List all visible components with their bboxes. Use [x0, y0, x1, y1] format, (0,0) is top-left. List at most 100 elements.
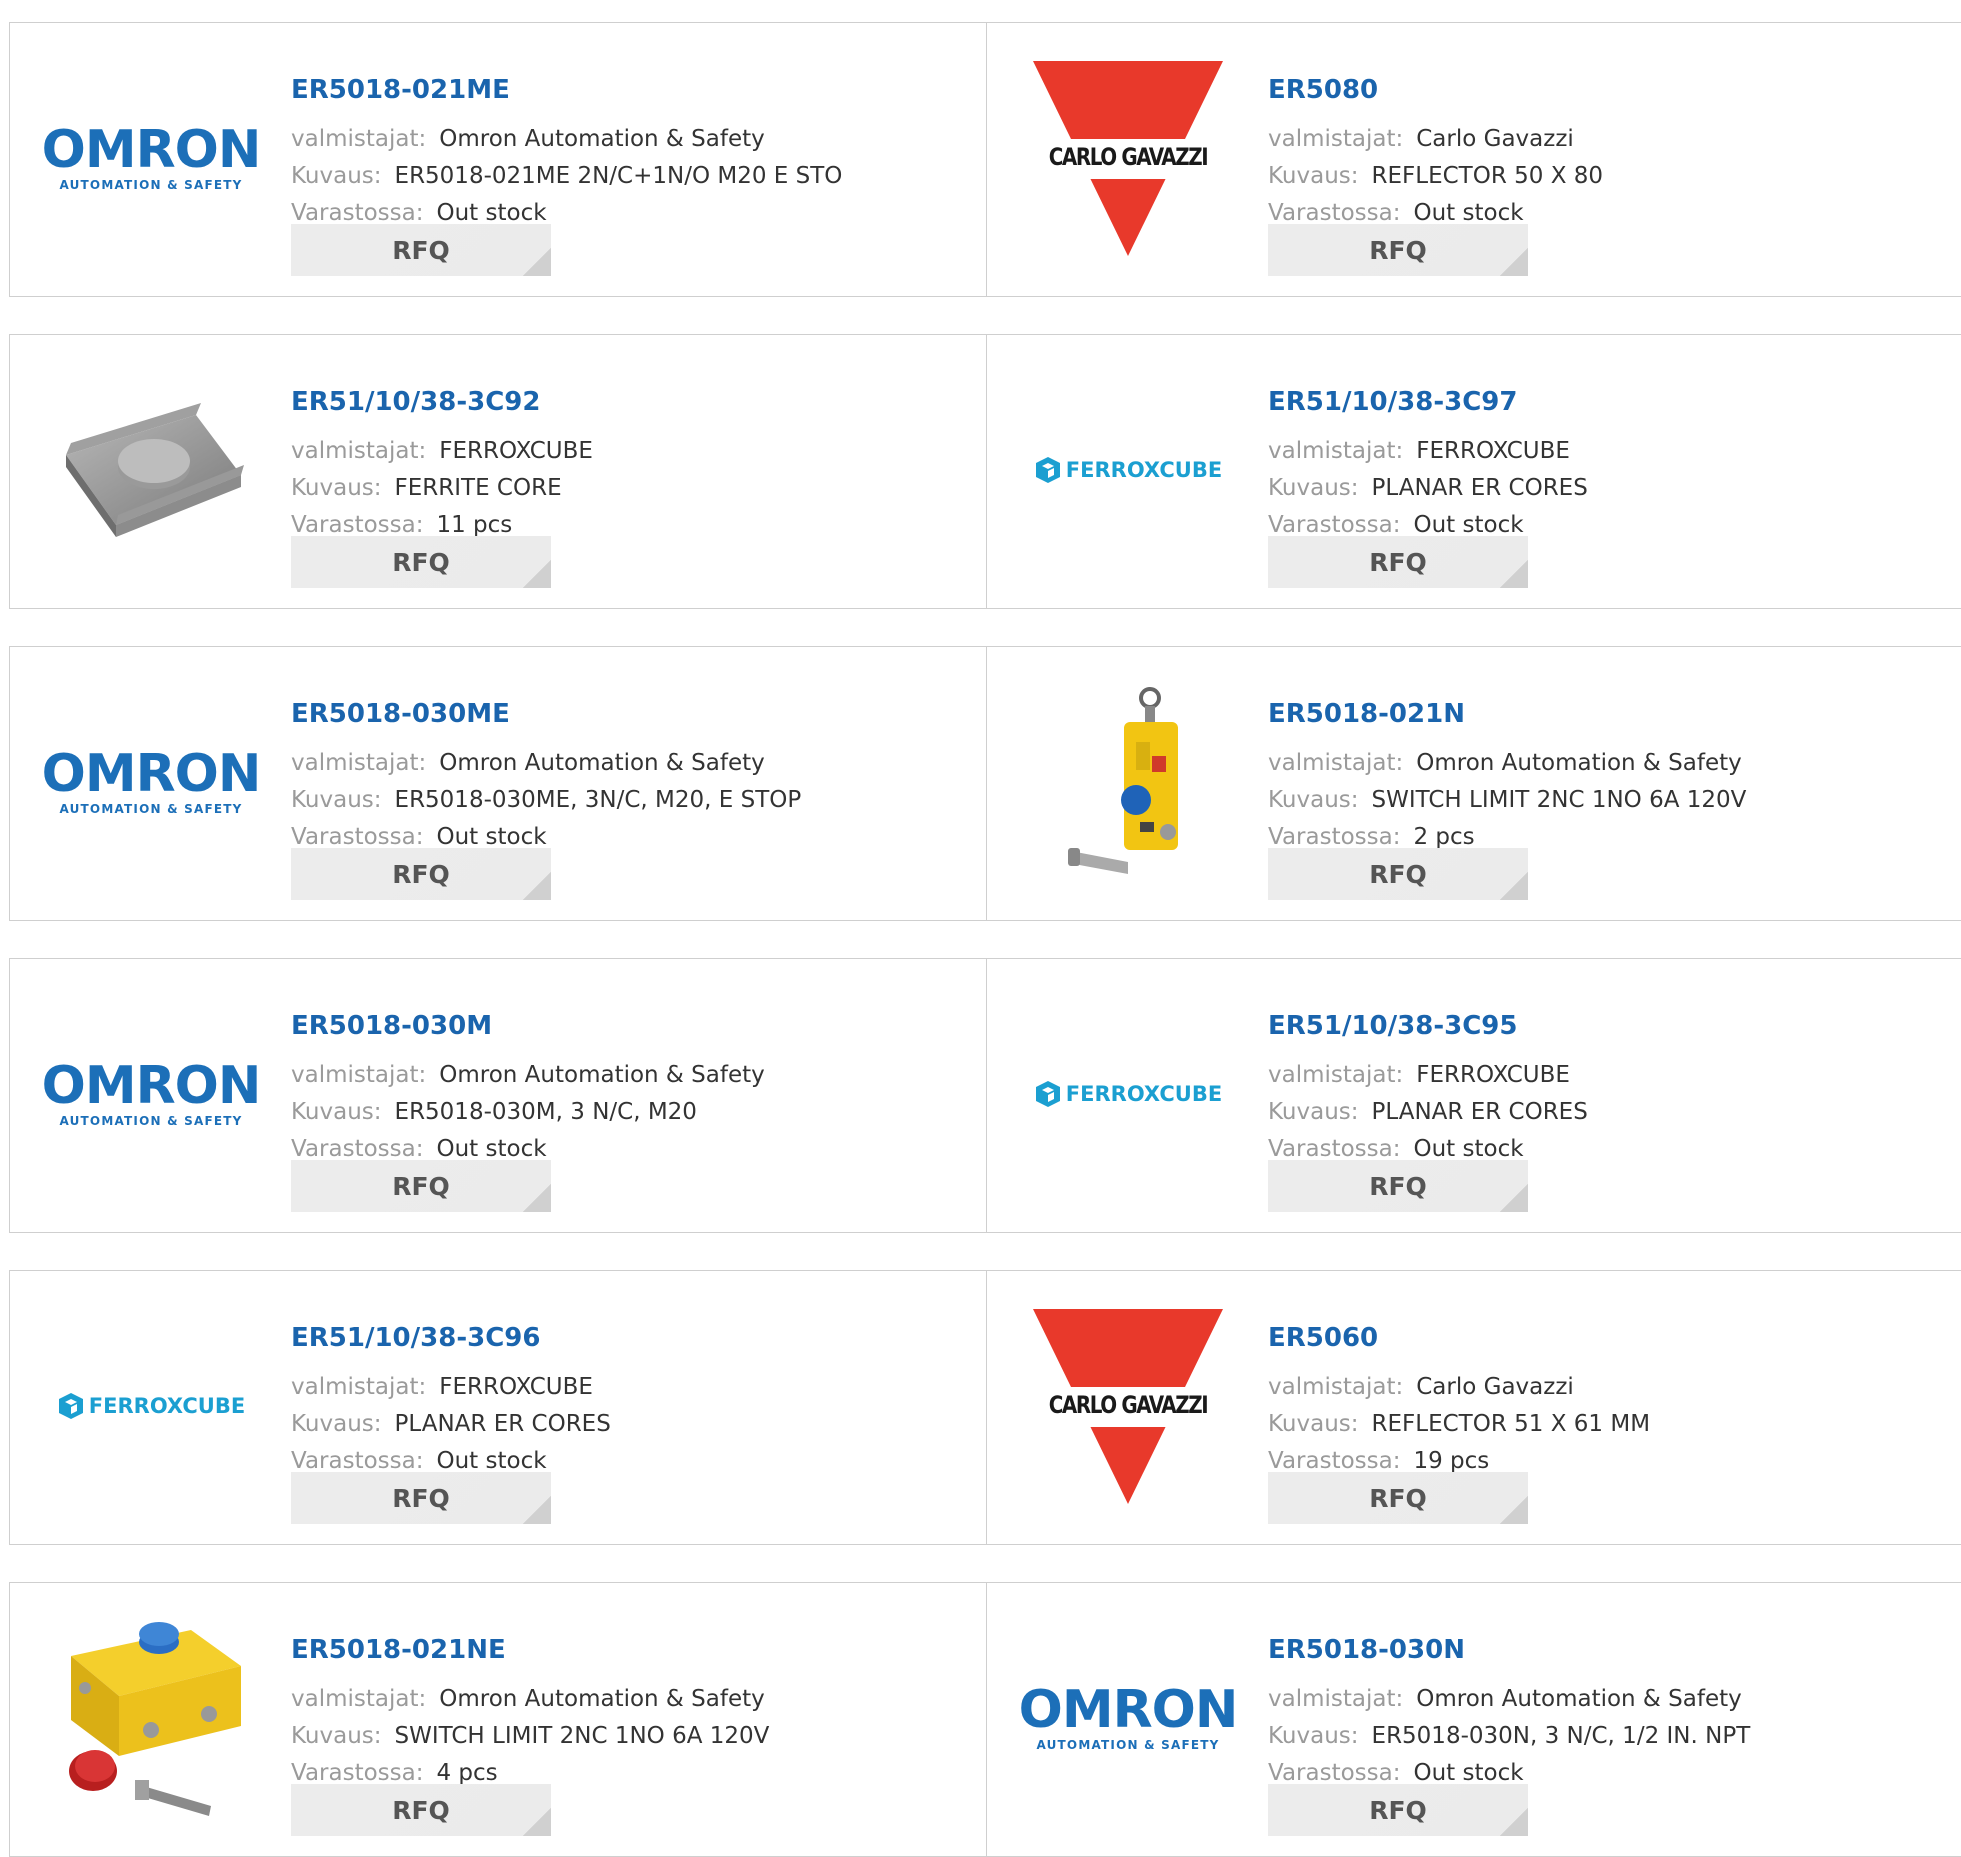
manufacturer-value: Carlo Gavazzi [1416, 1374, 1574, 1400]
rfq-button[interactable]: RFQ [1268, 224, 1528, 276]
stock-row: Varastossa: 4 pcs [291, 1759, 498, 1787]
rfq-button[interactable]: RFQ [1268, 1472, 1528, 1524]
stock-row: Varastossa: Out stock [1268, 199, 1524, 227]
rfq-button-label: RFQ [1369, 235, 1427, 265]
manufacturer-label: valmistajat: [291, 1374, 427, 1400]
rfq-button[interactable]: RFQ [1268, 1784, 1528, 1836]
omron-logo-wordmark: OMRON [41, 1056, 262, 1116]
part-number-link[interactable]: ER5080 [1268, 75, 1378, 105]
omron-logo-wordmark: OMRON [41, 744, 262, 804]
product-card: OMRON AUTOMATION & SAFETY ER5018-030M valmi… [9, 958, 987, 1233]
stock-value: Out stock [436, 200, 547, 226]
ferrite-core-image [66, 403, 244, 537]
part-number-link[interactable]: ER51/10/38-3C97 [1268, 387, 1517, 417]
manufacturer-row: valmistajat: FERROXCUBE [1268, 437, 1570, 465]
description-value: REFLECTOR 51 X 61 MM [1371, 1411, 1651, 1437]
part-number-link[interactable]: ER5018-030ME [291, 699, 510, 729]
ferroxcube-logo: FERROXCUBE [57, 1391, 245, 1421]
rfq-button[interactable]: RFQ [1268, 848, 1528, 900]
manufacturer-row: valmistajat: Omron Automation & Safety [291, 749, 765, 777]
manufacturer-label: valmistajat: [1268, 126, 1404, 152]
ferroxcube-wordmark: FERROXCUBE [88, 1394, 246, 1418]
stock-label: Varastossa: [291, 824, 424, 850]
manufacturer-label: valmistajat: [1268, 438, 1404, 464]
manufacturer-row: valmistajat: Omron Automation & Safety [291, 1685, 765, 1713]
description-label: Kuvaus: [1268, 163, 1359, 189]
product-image [1027, 679, 1229, 885]
rfq-button[interactable]: RFQ [291, 1784, 551, 1836]
rfq-button-label: RFQ [1369, 547, 1427, 577]
stock-label: Varastossa: [291, 1448, 424, 1474]
ferroxcube-cube-icon [1035, 1081, 1060, 1107]
rfq-button[interactable]: RFQ [1268, 536, 1528, 588]
stock-row: Varastossa: Out stock [1268, 511, 1524, 539]
description-value: SWITCH LIMIT 2NC 1NO 6A 120V [1371, 787, 1747, 813]
stock-label: Varastossa: [1268, 824, 1401, 850]
product-image [50, 1615, 252, 1821]
part-number-link[interactable]: ER51/10/38-3C95 [1268, 1011, 1517, 1041]
estop-switch-image [69, 1621, 241, 1816]
part-number-link[interactable]: ER5018-021ME [291, 75, 510, 105]
stock-value: Out stock [436, 1136, 547, 1162]
stock-label: Varastossa: [1268, 512, 1401, 538]
ferroxcube-cube-icon [1035, 457, 1060, 483]
stock-label: Varastossa: [1268, 1760, 1401, 1786]
description-label: Kuvaus: [1268, 1411, 1359, 1437]
stock-row: Varastossa: 19 pcs [1268, 1447, 1489, 1475]
rfq-button[interactable]: RFQ [291, 224, 551, 276]
product-card: ER5018-021NE valmistajat: Omron Automation… [9, 1582, 987, 1857]
stock-value: 2 pcs [1413, 824, 1475, 850]
description-row: Kuvaus: PLANAR ER CORES [1268, 1098, 1588, 1126]
manufacturer-row: valmistajat: FERROXCUBE [291, 437, 593, 465]
manufacturer-label: valmistajat: [1268, 1686, 1404, 1712]
rfq-button-label: RFQ [1369, 1795, 1427, 1825]
part-number-link[interactable]: ER5060 [1268, 1323, 1378, 1353]
rfq-button[interactable]: RFQ [291, 1160, 551, 1212]
rfq-button-label: RFQ [392, 547, 450, 577]
manufacturer-label: valmistajat: [291, 1686, 427, 1712]
description-value: ER5018-030N, 3 N/C, 1/2 IN. NPT [1371, 1723, 1751, 1749]
product-image: FERROXCUBE [50, 1303, 252, 1509]
description-row: Kuvaus: REFLECTOR 51 X 61 MM [1268, 1410, 1650, 1438]
stock-row: Varastossa: Out stock [1268, 1135, 1524, 1163]
carlo-gavazzi-logo: CARLO GAVAZZI [1033, 60, 1223, 256]
part-number-link[interactable]: ER5018-030N [1268, 1635, 1465, 1665]
product-image: OMRON AUTOMATION & SAFETY [42, 679, 262, 885]
ferroxcube-wordmark: FERROXCUBE [1065, 1082, 1223, 1106]
product-card: OMRON AUTOMATION & SAFETY ER5018-021ME valm… [9, 22, 987, 297]
description-row: Kuvaus: FERRITE CORE [291, 474, 562, 502]
rfq-button[interactable]: RFQ [291, 848, 551, 900]
part-number-link[interactable]: ER5018-030M [291, 1011, 492, 1041]
stock-value: 19 pcs [1413, 1448, 1490, 1474]
part-number-link[interactable]: ER5018-021NE [291, 1635, 506, 1665]
description-row: Kuvaus: ER5018-021ME 2N/C+1N/O M20 E STO [291, 162, 842, 190]
part-number-link[interactable]: ER5018-021N [1268, 699, 1465, 729]
part-number-link[interactable]: ER51/10/38-3C92 [291, 387, 540, 417]
rfq-button[interactable]: RFQ [291, 536, 551, 588]
omron-logo: OMRON AUTOMATION & SAFETY [41, 744, 262, 816]
rfq-button-label: RFQ [392, 1483, 450, 1513]
stock-row: Varastossa: Out stock [291, 1447, 547, 1475]
manufacturer-row: valmistajat: FERROXCUBE [1268, 1061, 1570, 1089]
omron-logo-subtitle: AUTOMATION & SAFETY [59, 1114, 243, 1128]
rfq-button[interactable]: RFQ [291, 1472, 551, 1524]
manufacturer-label: valmistajat: [291, 1062, 427, 1088]
product-image: OMRON AUTOMATION & SAFETY [1019, 1615, 1239, 1821]
ferroxcube-logo: FERROXCUBE [1034, 1079, 1222, 1109]
description-label: Kuvaus: [1268, 787, 1359, 813]
part-number-link[interactable]: ER51/10/38-3C96 [291, 1323, 540, 1353]
ferroxcube-cube-icon [58, 1393, 83, 1419]
description-label: Kuvaus: [291, 163, 382, 189]
product-card: CARLO GAVAZZI ER5060 valmistajat: Carlo Gav… [987, 1270, 1961, 1545]
manufacturer-label: valmistajat: [1268, 750, 1404, 776]
manufacturer-row: valmistajat: FERROXCUBE [291, 1373, 593, 1401]
description-label: Kuvaus: [291, 1099, 382, 1125]
manufacturer-value: FERROXCUBE [1416, 438, 1570, 464]
ferroxcube-logo: FERROXCUBE [1034, 455, 1222, 485]
manufacturer-label: valmistajat: [1268, 1062, 1404, 1088]
rfq-button-label: RFQ [392, 235, 450, 265]
carlo-gavazzi-logo: CARLO GAVAZZI [1033, 1308, 1223, 1504]
stock-row: Varastossa: 2 pcs [1268, 823, 1475, 851]
stock-value: Out stock [436, 1448, 547, 1474]
rfq-button[interactable]: RFQ [1268, 1160, 1528, 1212]
